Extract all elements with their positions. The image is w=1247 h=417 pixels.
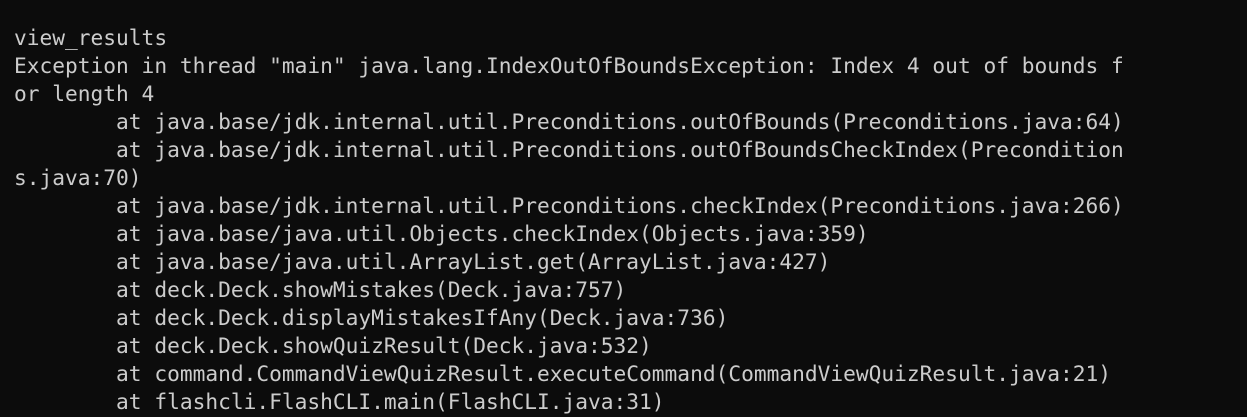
exception-message-line: Exception in thread "main" java.lang.Ind… — [14, 53, 1124, 78]
stack-trace-line: at command.CommandViewQuizResult.execute… — [14, 361, 1112, 386]
stack-trace-line: at deck.Deck.showQuizResult(Deck.java:53… — [14, 333, 652, 358]
stack-trace-line: at java.base/java.util.ArrayList.get(Arr… — [14, 249, 831, 274]
command-echo-line: view_results — [14, 25, 168, 50]
stack-trace-line-wrap: s.java:70) — [14, 165, 142, 190]
exception-message-line-wrap: or length 4 — [14, 81, 155, 106]
stack-trace-line: at deck.Deck.showMistakes(Deck.java:757) — [14, 277, 627, 302]
stack-trace-line: at java.base/java.util.Objects.checkInde… — [14, 221, 869, 246]
terminal-output: view_results Exception in thread "main" … — [0, 0, 1247, 417]
stack-trace-line: at java.base/jdk.internal.util.Precondit… — [14, 193, 1124, 218]
stack-trace-line: at deck.Deck.displayMistakesIfAny(Deck.j… — [14, 305, 729, 330]
stack-trace-line: at java.base/jdk.internal.util.Precondit… — [14, 137, 1124, 162]
stack-trace-line: at java.base/jdk.internal.util.Precondit… — [14, 109, 1124, 134]
stack-trace-line: at flashcli.FlashCLI.main(FlashCLI.java:… — [14, 389, 665, 414]
